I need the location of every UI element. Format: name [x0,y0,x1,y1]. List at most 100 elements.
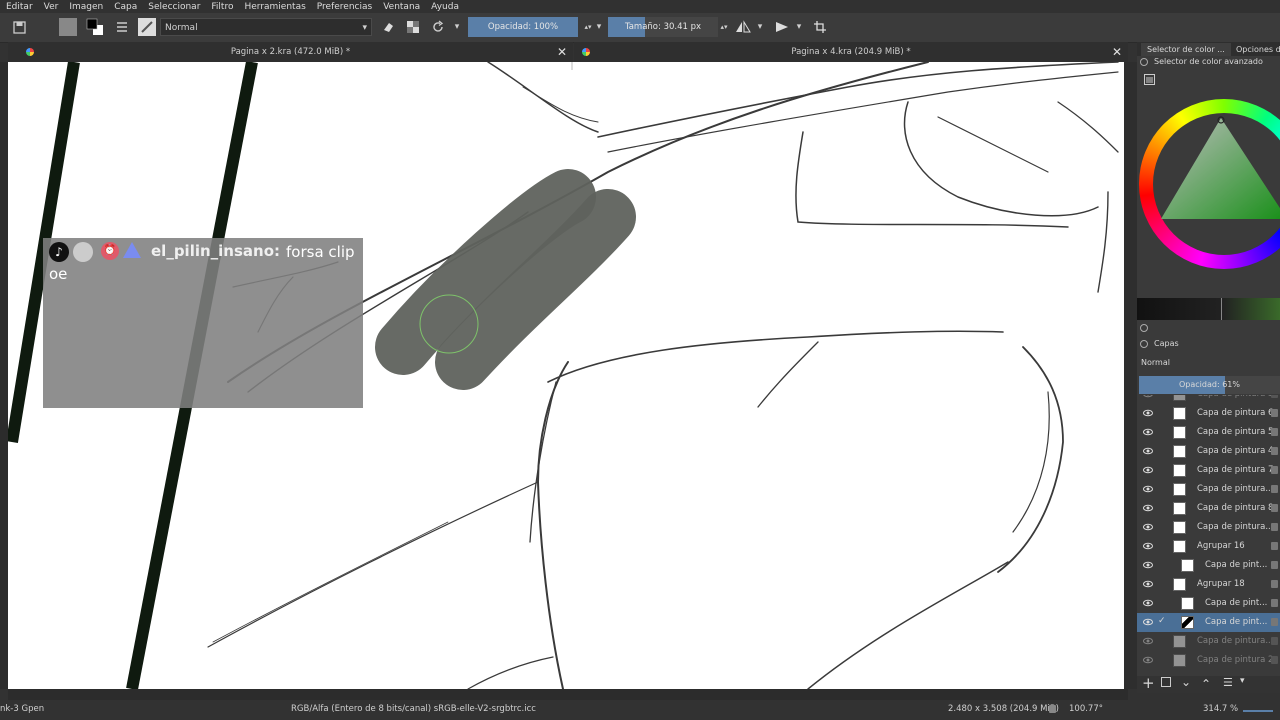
chevron-down-icon[interactable]: ▾ [755,18,765,36]
color-wheel[interactable] [1139,99,1280,269]
float-docker-icon[interactable] [1140,340,1148,348]
duplicate-layer-icon[interactable] [1161,677,1171,687]
layer-row[interactable]: Agrupar 18 [1137,575,1280,594]
layer-row[interactable]: Capa de pintura 6 [1137,404,1280,423]
lock-icon[interactable] [1271,523,1278,531]
pattern-swatch[interactable] [59,18,77,36]
menu-ventana[interactable]: Ventana [377,2,425,12]
eye-icon[interactable] [1143,395,1153,399]
eye-icon[interactable] [1143,541,1153,551]
move-up-icon[interactable]: ⌃ [1201,677,1211,691]
eye-icon[interactable] [1143,579,1153,589]
save-icon[interactable] [10,18,28,36]
tab-document-2[interactable]: Pagina x 4.kra (204.9 MiB) * ✕ [574,42,1128,62]
chevron-down-icon[interactable]: ▾ [594,18,604,36]
lock-icon[interactable] [1271,542,1278,550]
lock-icon[interactable] [1271,656,1278,664]
menu-editar[interactable]: Editar [0,2,38,12]
menu-herramientas[interactable]: Herramientas [238,2,310,12]
chevron-down-icon[interactable]: ▾ [1240,676,1245,686]
eye-icon[interactable] [1143,636,1153,646]
lock-icon[interactable] [1271,395,1278,398]
menu-seleccionar[interactable]: Seleccionar [142,2,205,12]
size-spin-icon[interactable]: ▴▾ [720,18,728,36]
layer-row[interactable]: Capa de pintura... [1137,518,1280,537]
tab-document-1[interactable]: Pagina x 2.kra (472.0 MiB) * ✕ [8,42,573,62]
brush-settings-icon[interactable] [113,18,131,36]
lock-icon[interactable] [1271,485,1278,493]
float-docker-icon[interactable] [1140,324,1148,332]
layer-row[interactable]: Capa de pintura 7 [1137,461,1280,480]
lock-icon[interactable] [1271,409,1278,417]
menu-ayuda[interactable]: Ayuda [425,2,464,12]
eye-icon[interactable] [1143,427,1153,437]
status-zoom[interactable]: 314.7 % [1203,704,1238,714]
eye-icon[interactable] [1143,522,1153,532]
tab-tool-options[interactable]: Opciones de [1233,43,1280,56]
close-icon[interactable]: ✕ [1112,42,1122,62]
layer-row[interactable]: Capa de pintura... [1137,632,1280,651]
layer-row[interactable]: Capa de pintura 8 [1137,499,1280,518]
menu-filtro[interactable]: Filtro [205,2,238,12]
eye-icon[interactable] [1143,655,1153,665]
lock-icon[interactable] [1271,637,1278,645]
layer-row[interactable]: Capa de pintura 3 [1137,395,1280,404]
eye-icon[interactable] [1143,408,1153,418]
lock-icon[interactable] [1271,428,1278,436]
blend-mode-select[interactable]: Normal ▾ [160,18,372,36]
chevron-down-icon[interactable]: ▾ [452,18,462,36]
eye-icon[interactable] [1143,598,1153,608]
vertical-scrollbar[interactable] [1124,62,1137,689]
layer-row[interactable]: Capa de pint... [1137,556,1280,575]
menu-preferencias[interactable]: Preferencias [311,2,377,12]
alpha-lock-icon[interactable] [404,18,422,36]
color-history[interactable] [1137,298,1280,320]
lock-icon[interactable] [1049,705,1056,713]
check-icon[interactable]: ✓ [1158,616,1166,626]
layer-row[interactable]: Capa de pint... [1137,594,1280,613]
eye-icon[interactable] [1143,560,1153,570]
opacity-slider[interactable]: Opacidad: 100% [468,17,578,37]
eye-icon[interactable] [1143,503,1153,513]
drawing-canvas[interactable]: ♪ ⏰ el_pilin_insano: forsa clip oe [8,62,1124,689]
add-layer-icon[interactable]: + [1142,674,1155,692]
reload-preset-icon[interactable] [429,18,447,36]
layer-row[interactable]: Capa de pintura 4 [1137,442,1280,461]
eye-icon[interactable] [1143,617,1153,627]
eraser-icon[interactable] [379,18,397,36]
menu-imagen[interactable]: Imagen [63,2,108,12]
lock-icon[interactable] [1271,447,1278,455]
lock-icon[interactable] [1271,580,1278,588]
horizontal-scrollbar[interactable] [8,689,1128,700]
lock-icon[interactable] [1271,618,1278,626]
opacity-spin-icon[interactable]: ▴▾ [584,18,592,36]
wrap-around-icon[interactable] [811,18,829,36]
size-slider[interactable]: Tamaño: 30.41 px [608,17,718,37]
lock-icon[interactable] [1271,466,1278,474]
chevron-down-icon[interactable]: ▾ [794,18,804,36]
float-docker-icon[interactable] [1140,58,1148,66]
eye-icon[interactable] [1143,446,1153,456]
layer-row[interactable]: ✓ Capa de pint... [1137,613,1280,632]
layer-blend-mode[interactable]: Normal [1141,358,1170,367]
close-icon[interactable]: ✕ [557,42,567,62]
mirror-horizontal-icon[interactable] [734,18,752,36]
move-down-icon[interactable]: ⌄ [1181,675,1191,689]
tab-color-selector[interactable]: Selector de color ... [1141,43,1231,56]
menu-capa[interactable]: Capa [108,2,142,12]
brush-preset-icon[interactable] [138,18,156,36]
mirror-vertical-icon[interactable] [773,18,791,36]
eye-icon[interactable] [1143,484,1153,494]
zoom-slider[interactable] [1243,710,1273,712]
lock-icon[interactable] [1271,599,1278,607]
layer-properties-icon[interactable]: ☰ [1223,676,1233,689]
lock-icon[interactable] [1271,561,1278,569]
layer-opacity-slider[interactable]: Opacidad: 61% [1139,376,1280,394]
layer-row[interactable]: Capa de pintura... [1137,480,1280,499]
layer-row[interactable]: Agrupar 16 [1137,537,1280,556]
color-settings-icon[interactable] [1144,74,1155,85]
menu-ver[interactable]: Ver [38,2,64,12]
layer-row[interactable]: Capa de pintura 5 [1137,423,1280,442]
eye-icon[interactable] [1143,465,1153,475]
fg-bg-color-icon[interactable] [86,18,104,36]
